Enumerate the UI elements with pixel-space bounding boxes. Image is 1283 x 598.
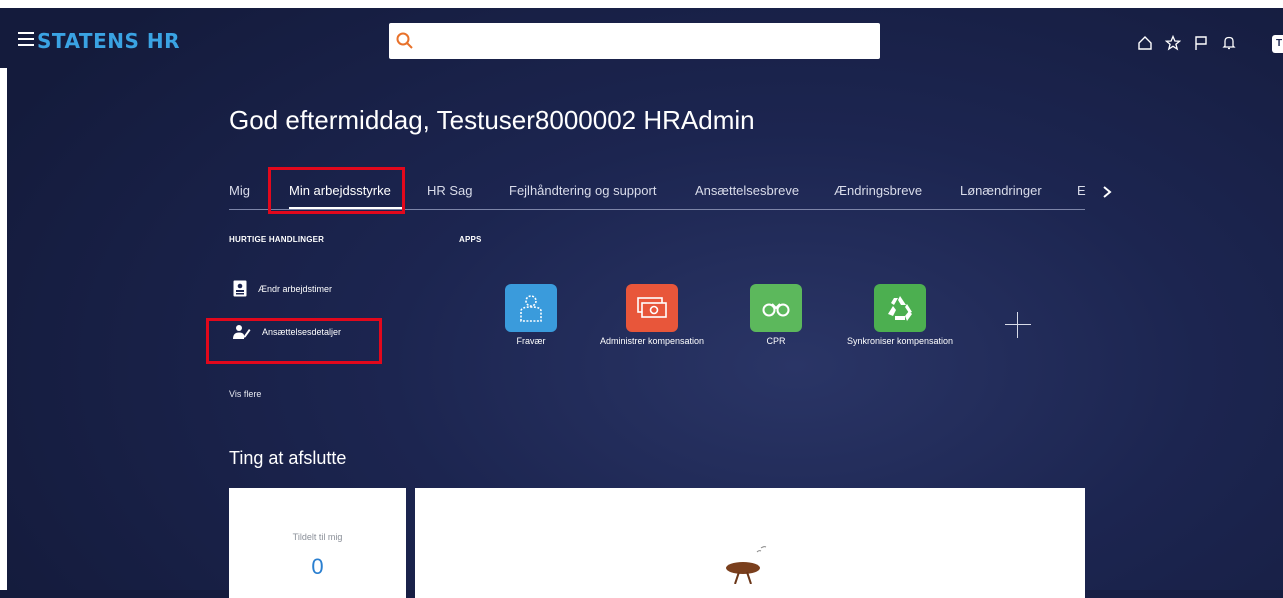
flag-icon[interactable] xyxy=(1189,33,1213,53)
star-icon[interactable] xyxy=(1161,33,1185,53)
app-tile xyxy=(874,284,926,332)
empty-nest-illustration-icon xyxy=(726,546,767,584)
search-input[interactable] xyxy=(389,23,880,59)
search-icon xyxy=(396,32,413,49)
app-administrer-kompensation[interactable]: Administrer kompensation xyxy=(597,284,707,347)
chevron-right-icon[interactable] xyxy=(1101,185,1113,204)
add-app-icon[interactable] xyxy=(1005,312,1031,338)
tab-loenaendringer[interactable]: Lønændringer xyxy=(960,183,1042,198)
quick-action-label: Ændr arbejdstimer xyxy=(258,283,333,294)
app-synkroniser-kompensation[interactable]: Synkroniser kompensation xyxy=(845,284,955,347)
app-tile xyxy=(626,284,678,332)
app-label: Administrer kompensation xyxy=(599,336,705,346)
header-icon-bar xyxy=(1133,33,1245,53)
top-border xyxy=(0,0,1283,8)
tab-hr-sag[interactable]: HR Sag xyxy=(427,183,473,198)
tab-truncated[interactable]: E xyxy=(1077,183,1086,198)
page-title: God eftermiddag, Testuser8000002 HRAdmin xyxy=(229,105,755,135)
tab-min-arbejdsstyrke[interactable]: Min arbejdsstyrke xyxy=(289,183,391,198)
user-edit-icon xyxy=(233,325,251,339)
app-label: Fravær xyxy=(516,336,546,346)
person-outline-icon xyxy=(520,295,542,322)
left-border xyxy=(0,68,7,590)
app-label: Synkroniser kompensation xyxy=(846,336,954,346)
app-tile xyxy=(505,284,557,332)
avatar[interactable]: T xyxy=(1272,35,1283,53)
active-tab-indicator xyxy=(289,207,402,209)
quick-action-aendr-arbejdstimer[interactable]: Ændr arbejdstimer xyxy=(233,280,332,297)
section-title-ting-at-afslutte: Ting at afslutte xyxy=(229,448,347,468)
hamburger-menu-icon[interactable] xyxy=(18,32,34,46)
tab-ansaettelsesbreve[interactable]: Ansættelsesbreve xyxy=(695,183,799,198)
app-header: STATENS HR T xyxy=(0,8,1283,68)
bell-icon[interactable] xyxy=(1217,33,1241,53)
tab-bar: Mig Min arbejdsstyrke HR Sag Fejlhåndter… xyxy=(229,178,1086,210)
card-title: Tildelt til mig xyxy=(292,532,343,542)
binoculars-icon xyxy=(762,303,790,317)
tasks-panel xyxy=(415,488,1085,598)
home-icon[interactable] xyxy=(1133,33,1157,53)
badge-icon xyxy=(233,280,247,297)
recycle-icon xyxy=(888,296,912,321)
app-label: CPR xyxy=(766,336,786,346)
tab-mig[interactable]: Mig xyxy=(229,183,250,198)
apps-heading: APPS xyxy=(459,235,482,244)
quick-action-ansaettelsesdetaljer[interactable]: Ansættelsesdetaljer xyxy=(233,324,341,340)
app-tile xyxy=(750,284,802,332)
brand-logo[interactable]: STATENS HR xyxy=(37,29,180,53)
app-cpr[interactable]: CPR xyxy=(721,284,831,347)
quick-actions-heading: HURTIGE HANDLINGER xyxy=(229,235,325,244)
assigned-to-me-card[interactable]: Tildelt til mig 0 xyxy=(229,488,406,598)
tab-aendringsbreve[interactable]: Ændringsbreve xyxy=(834,183,922,198)
tab-fejlhaandtering[interactable]: Fejlhåndtering og support xyxy=(509,183,656,198)
assigned-count: 0 xyxy=(311,554,324,579)
cash-icon xyxy=(637,297,667,318)
show-more-link[interactable]: Vis flere xyxy=(229,389,261,399)
app-fravaer[interactable]: Fravær xyxy=(476,284,586,347)
quick-action-label: Ansættelsesdetaljer xyxy=(262,327,342,337)
